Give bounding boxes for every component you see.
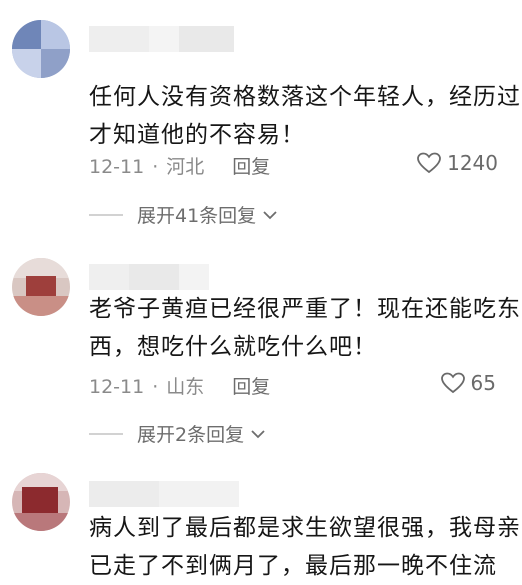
comment-item: 任何人没有资格数落这个年轻人，经历过 才知道他的不容易！ 12-11 · 河北 回复 … <box>0 0 522 250</box>
username[interactable] <box>89 481 239 507</box>
avatar[interactable] <box>12 258 70 316</box>
avatar[interactable] <box>12 20 70 78</box>
comment-text: 老爷子黄疸已经很严重了！现在还能吃东 西，想吃什么就吃什么吧！ <box>89 296 521 360</box>
like-count: 1240 <box>447 151 498 175</box>
comment-location: 河北 <box>166 156 205 178</box>
comment-item: 病人到了最后都是求生欲望很强，我母亲 已走了不到俩月了，最后那一晚不住流 <box>0 465 522 579</box>
reply-button[interactable]: 回复 <box>232 152 270 179</box>
divider <box>89 213 123 216</box>
expand-replies-label: 展开41条回复 <box>137 205 257 227</box>
like-button[interactable]: 1240 <box>417 151 498 175</box>
comment-meta: 12-11 · 河北 回复 <box>89 152 270 179</box>
heart-icon <box>440 372 465 394</box>
comment-date: 12-11 <box>89 156 145 178</box>
expand-replies-button[interactable]: 展开2条回复 <box>89 420 266 447</box>
heart-icon <box>417 152 441 174</box>
like-count: 65 <box>470 371 496 395</box>
chevron-down-icon <box>263 210 277 219</box>
comment-text: 任何人没有资格数落这个年轻人，经历过 才知道他的不容易！ <box>89 84 521 148</box>
comment-meta: 12-11 · 山东 回复 <box>89 372 270 399</box>
comment-item: 老爷子黄疸已经很严重了！现在还能吃东 西，想吃什么就吃什么吧！ 12-11 · 山东… <box>0 250 522 465</box>
reply-button[interactable]: 回复 <box>232 372 270 399</box>
username[interactable] <box>89 26 234 52</box>
username[interactable] <box>89 264 209 290</box>
chevron-down-icon <box>251 429 265 438</box>
expand-replies-label: 展开2条回复 <box>137 424 245 446</box>
comment-text: 病人到了最后都是求生欲望很强，我母亲 已走了不到俩月了，最后那一晚不住流 <box>89 515 521 579</box>
avatar[interactable] <box>12 473 70 531</box>
expand-replies-button[interactable]: 展开41条回复 <box>89 201 278 228</box>
comment-location: 山东 <box>166 376 205 398</box>
comment-date: 12-11 <box>89 376 145 398</box>
like-button[interactable]: 65 <box>440 371 496 395</box>
divider <box>89 432 123 435</box>
